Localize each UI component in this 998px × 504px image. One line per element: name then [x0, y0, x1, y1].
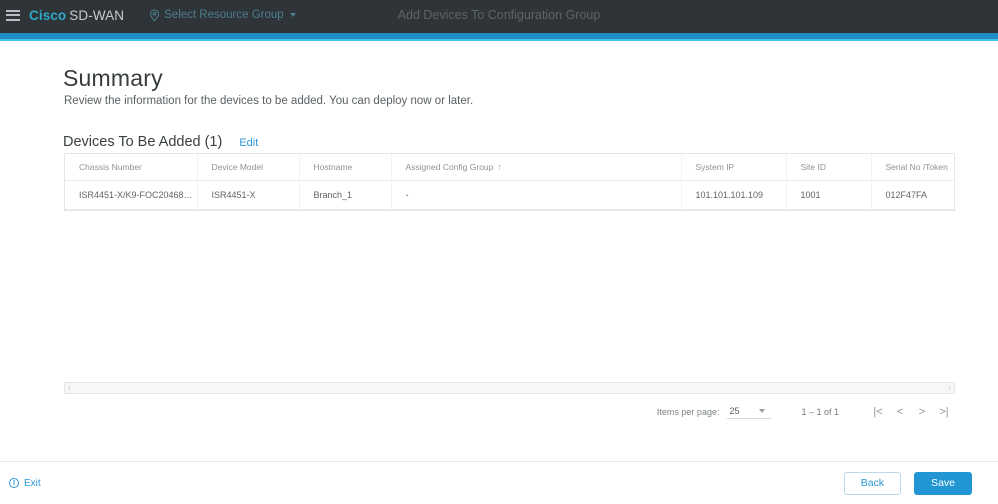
footer-bar: Exit Back Save: [0, 461, 998, 504]
table-paginator: Items per page: 25 1 – 1 of 1 |< < > >|: [64, 399, 955, 425]
column-label: Chassis Number: [79, 162, 142, 172]
column-header-site-id[interactable]: Site ID: [786, 154, 872, 181]
footer-actions: Back Save: [843, 471, 972, 495]
column-header-device-model[interactable]: Device Model: [197, 154, 300, 181]
column-label: Serial No /Token: [885, 162, 948, 172]
power-exit-icon: [9, 478, 19, 488]
exit-button[interactable]: Exit: [9, 478, 41, 489]
devices-table: Chassis Number Device Model Hostname Ass…: [65, 154, 954, 210]
devices-section-title: Devices To Be Added (1): [63, 134, 223, 150]
column-header-chassis-number[interactable]: Chassis Number: [65, 154, 198, 181]
sort-ascending-icon: ↑: [497, 162, 502, 172]
location-pin-icon: [150, 8, 160, 22]
column-header-hostname[interactable]: Hostname: [299, 154, 392, 181]
column-header-assigned-config-group[interactable]: Assigned Config Group ↑: [391, 154, 682, 181]
app-header: Cisco SD-WAN Select Resource Group: [0, 0, 998, 30]
chevron-down-icon: [759, 408, 766, 413]
last-page-button[interactable]: >|: [933, 401, 955, 423]
column-label: System IP: [695, 162, 735, 172]
items-per-page-select[interactable]: 25: [727, 405, 772, 419]
items-per-page-label: Items per page:: [656, 407, 720, 417]
column-label: Device Model: [211, 162, 264, 172]
brand-primary-label: Cisco: [29, 7, 67, 23]
column-label: Hostname: [313, 162, 353, 172]
pagination-range-label: 1 – 1 of 1: [801, 407, 839, 417]
save-button[interactable]: Save: [914, 471, 972, 495]
cell-chassis-number: ISR4451-X/K9-FOC20468TWU: [65, 180, 198, 210]
next-page-button[interactable]: >: [911, 401, 933, 423]
devices-section-header: Devices To Be Added (1) Edit: [63, 134, 258, 150]
column-label: Assigned Config Group: [405, 162, 494, 172]
column-header-system-ip[interactable]: System IP: [681, 154, 787, 181]
back-button[interactable]: Back: [843, 471, 902, 495]
column-header-serial-no-token[interactable]: Serial No /Token: [871, 154, 954, 181]
edit-link[interactable]: Edit: [239, 137, 258, 149]
items-per-page-value: 25: [729, 405, 740, 416]
devices-table-container: Chassis Number Device Model Hostname Ass…: [64, 153, 955, 211]
cell-system-ip: 101.101.101.109: [681, 180, 787, 210]
exit-label: Exit: [24, 477, 41, 489]
first-page-button[interactable]: |<: [867, 401, 889, 423]
scroll-left-icon[interactable]: ‹: [65, 384, 74, 392]
cell-serial-no-token: 012F47FA: [871, 180, 954, 210]
scroll-right-icon[interactable]: ›: [945, 384, 954, 392]
brand-secondary-label: SD-WAN: [69, 7, 125, 23]
previous-page-button[interactable]: <: [889, 401, 911, 423]
resource-group-label: Select Resource Group: [164, 9, 284, 21]
horizontal-scrollbar[interactable]: ‹ ›: [64, 382, 955, 394]
table-row[interactable]: ISR4451-X/K9-FOC20468TWU ISR4451-X Branc…: [65, 180, 954, 210]
column-label: Site ID: [800, 162, 827, 172]
cell-assigned-config-group: -: [391, 180, 682, 210]
hamburger-icon[interactable]: [6, 9, 20, 21]
cell-device-model: ISR4451-X: [197, 180, 300, 210]
brand-logo[interactable]: Cisco SD-WAN: [29, 8, 124, 23]
page-title: Summary: [63, 65, 163, 91]
page-subtitle: Review the information for the devices t…: [64, 95, 474, 107]
resource-group-selector[interactable]: Select Resource Group: [149, 8, 296, 22]
chevron-down-icon: [289, 13, 296, 17]
table-header-row: Chassis Number Device Model Hostname Ass…: [65, 154, 954, 181]
cell-site-id: 1001: [786, 180, 872, 210]
cell-hostname: Branch_1: [299, 180, 392, 210]
main-content: Summary Review the information for the d…: [0, 41, 998, 461]
